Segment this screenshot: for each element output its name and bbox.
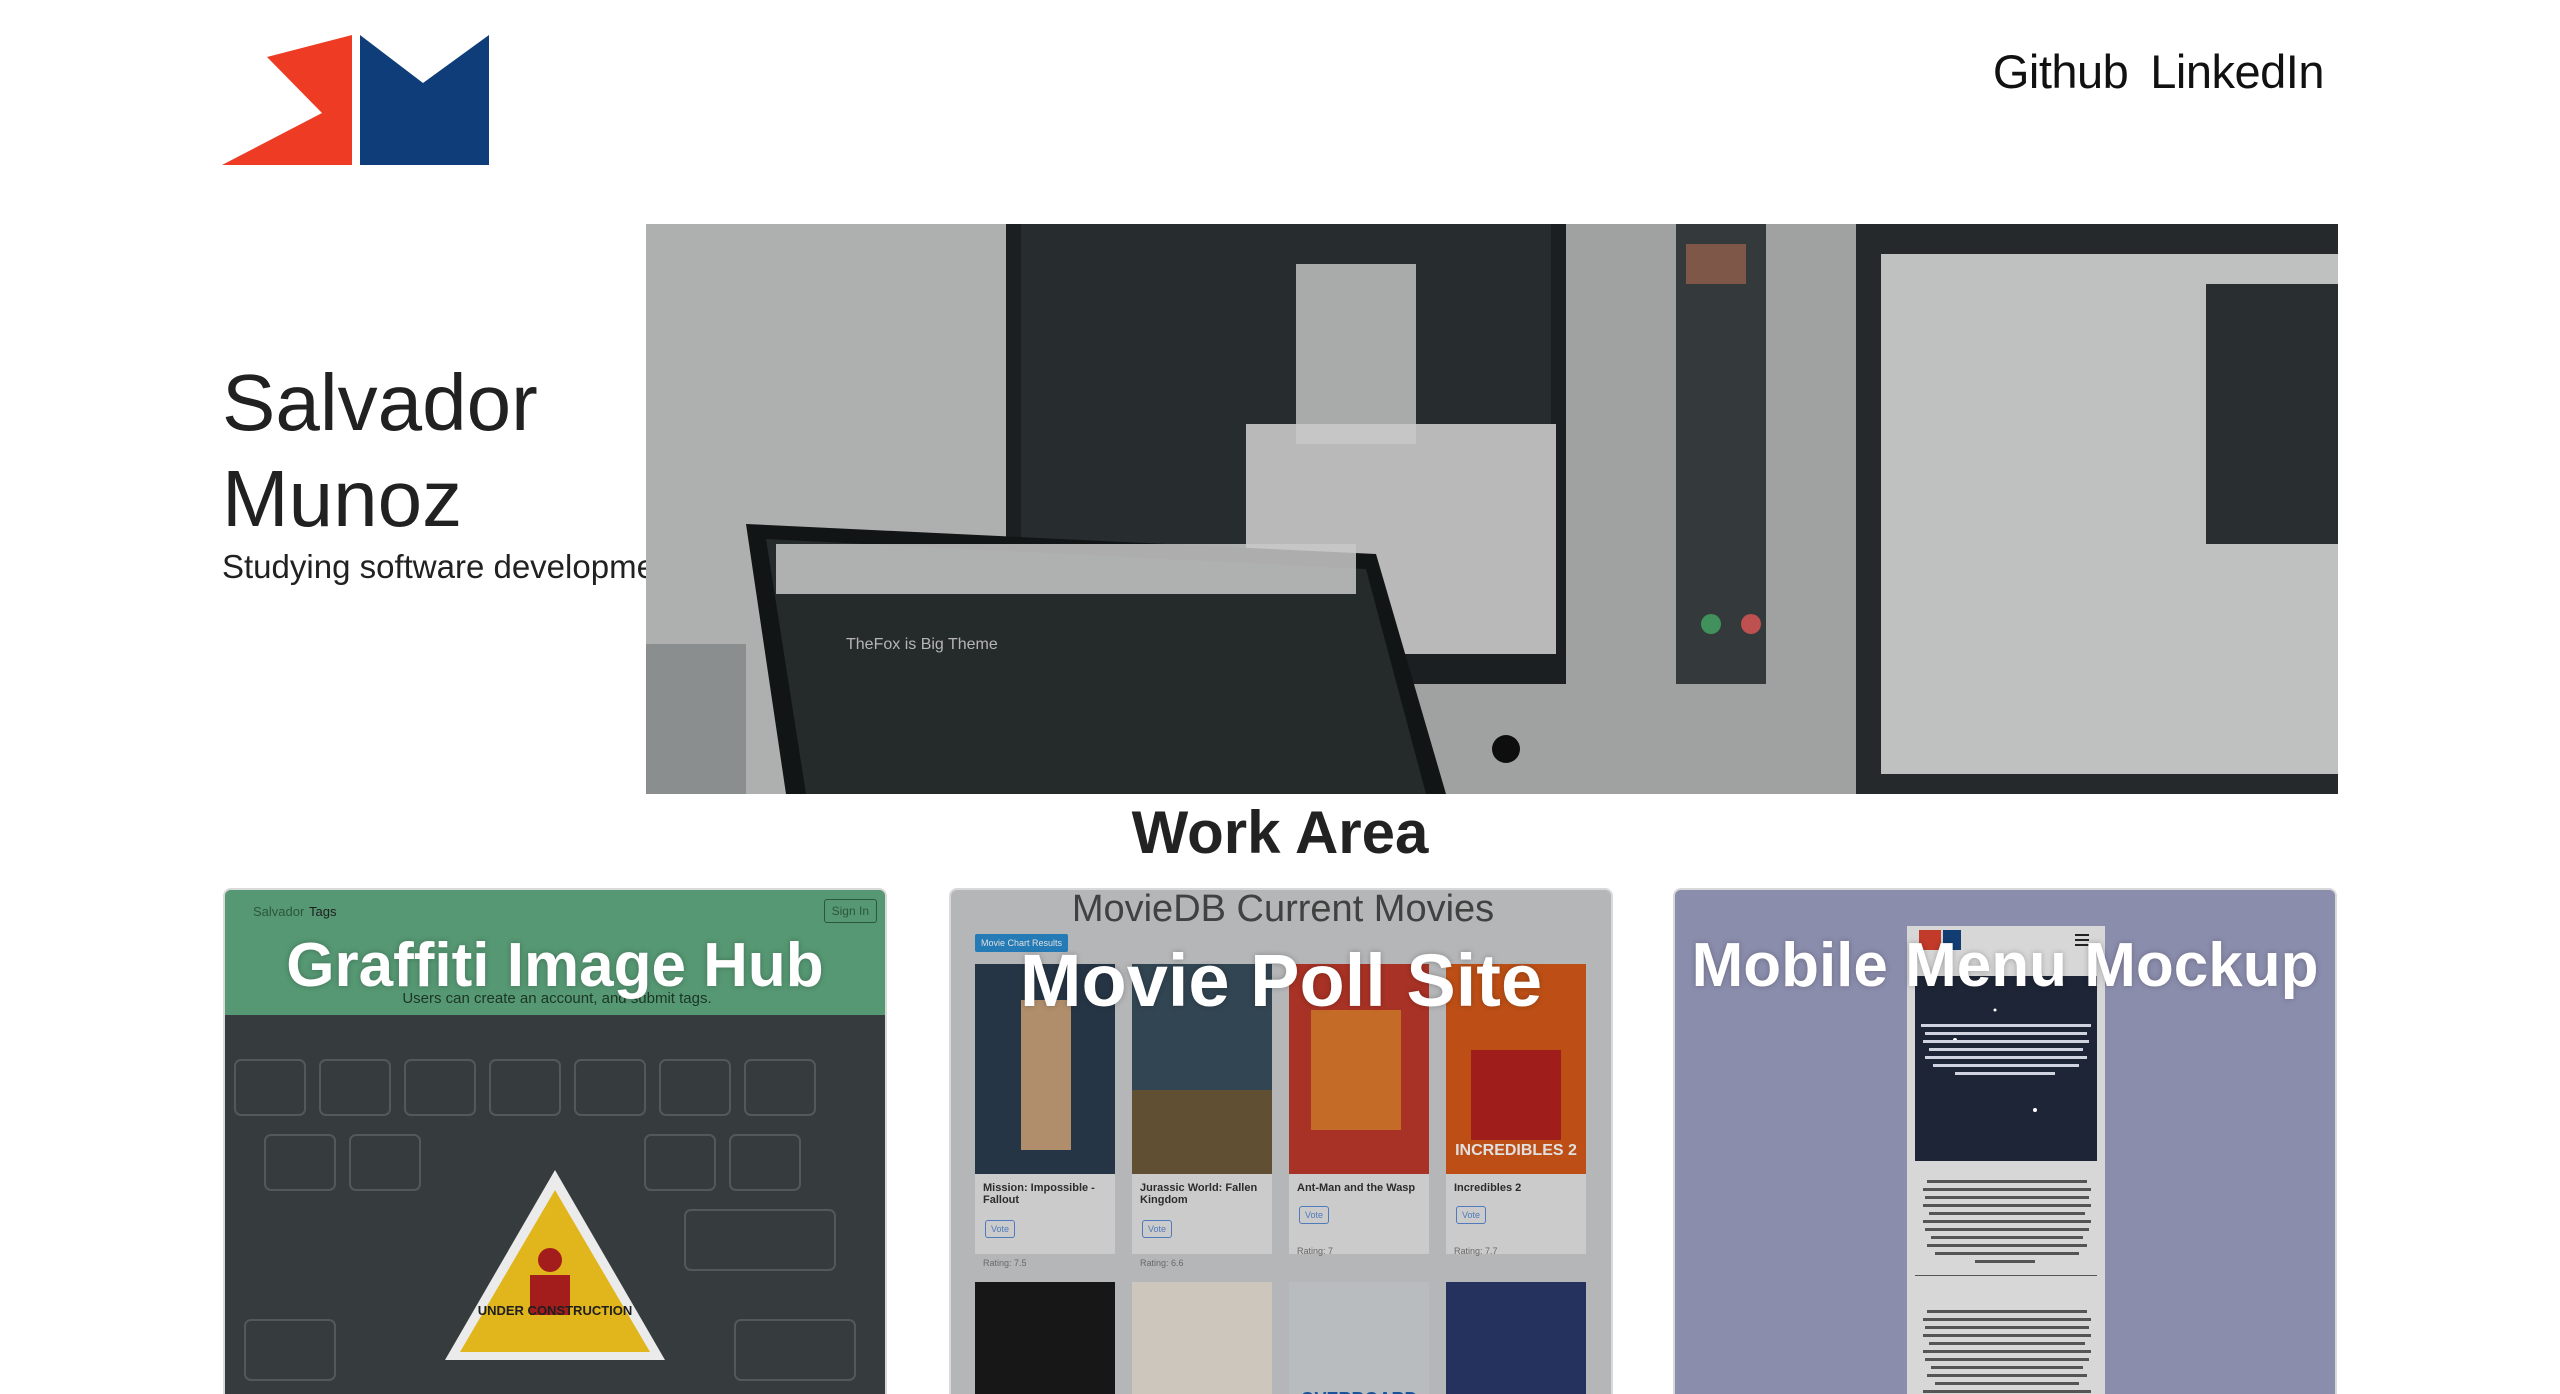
- logo[interactable]: [222, 35, 489, 165]
- mock-nav-tags: Tags: [309, 904, 337, 919]
- mock-signin: Sign In: [823, 899, 877, 923]
- svg-text:INCREDIBLES 2: INCREDIBLES 2: [1455, 1142, 1577, 1159]
- workspace-photo: TheFox is Big Theme: [646, 224, 2338, 794]
- movie-title-2: Jurassic World: Fallen Kingdom: [1140, 1182, 1258, 1206]
- movie-rating-4: Rating: 7.7: [1454, 1246, 1498, 1256]
- logo-blue-shape: [360, 35, 489, 165]
- hero-name: Salvador Munoz: [222, 358, 538, 543]
- vote-button-2: Vote: [1142, 1220, 1172, 1238]
- hero-subtitle: Studying software development: [222, 548, 683, 585]
- project-card-movie-poll[interactable]: MovieDB Current Movies Movie Chart Resul…: [949, 888, 1613, 1394]
- vote-button-1: Vote: [985, 1220, 1015, 1238]
- work-area-title: Work Area: [1131, 799, 1429, 866]
- movie-title-4: Incredibles 2: [1454, 1182, 1522, 1194]
- project-card-graffiti[interactable]: UNDER CONSTRUCTION Salvador Tags Sign In…: [223, 888, 887, 1394]
- mock-nav-brand: Salvador: [253, 904, 305, 919]
- movie-rating-3: Rating: 7: [1297, 1246, 1334, 1256]
- vote-button-3: Vote: [1299, 1206, 1329, 1224]
- nav-linkedin-link[interactable]: LinkedIn: [2150, 44, 2324, 99]
- movie-rating-2: Rating: 6.6: [1140, 1258, 1184, 1268]
- project-card-mobile-menu[interactable]: Mobile Menu Mockup: [1673, 888, 2337, 1394]
- movie-title-3: Ant-Man and the Wasp: [1297, 1182, 1416, 1194]
- movie-rating-1: Rating: 7.5: [983, 1258, 1027, 1268]
- card-title-graffiti: Graffiti Image Hub: [286, 931, 824, 1000]
- vote-button-4: Vote: [1456, 1206, 1486, 1224]
- logo-red-shape: [222, 35, 352, 165]
- card-title-mobile-menu: Mobile Menu Mockup: [1691, 931, 2319, 1000]
- svg-text:OVERBOARD: OVERBOARD: [1300, 1389, 1417, 1394]
- card-title-movie-poll: Movie Poll Site: [1019, 939, 1543, 1022]
- hero-image: TheFox is Big Theme: [646, 224, 2338, 794]
- nav-github-link[interactable]: Github: [1993, 44, 2129, 99]
- top-nav: Github LinkedIn: [1993, 44, 2325, 99]
- movie-title-1: Mission: Impossible - Fallout: [983, 1182, 1095, 1206]
- svg-text:UNDER CONSTRUCTION: UNDER CONSTRUCTION: [478, 1303, 633, 1318]
